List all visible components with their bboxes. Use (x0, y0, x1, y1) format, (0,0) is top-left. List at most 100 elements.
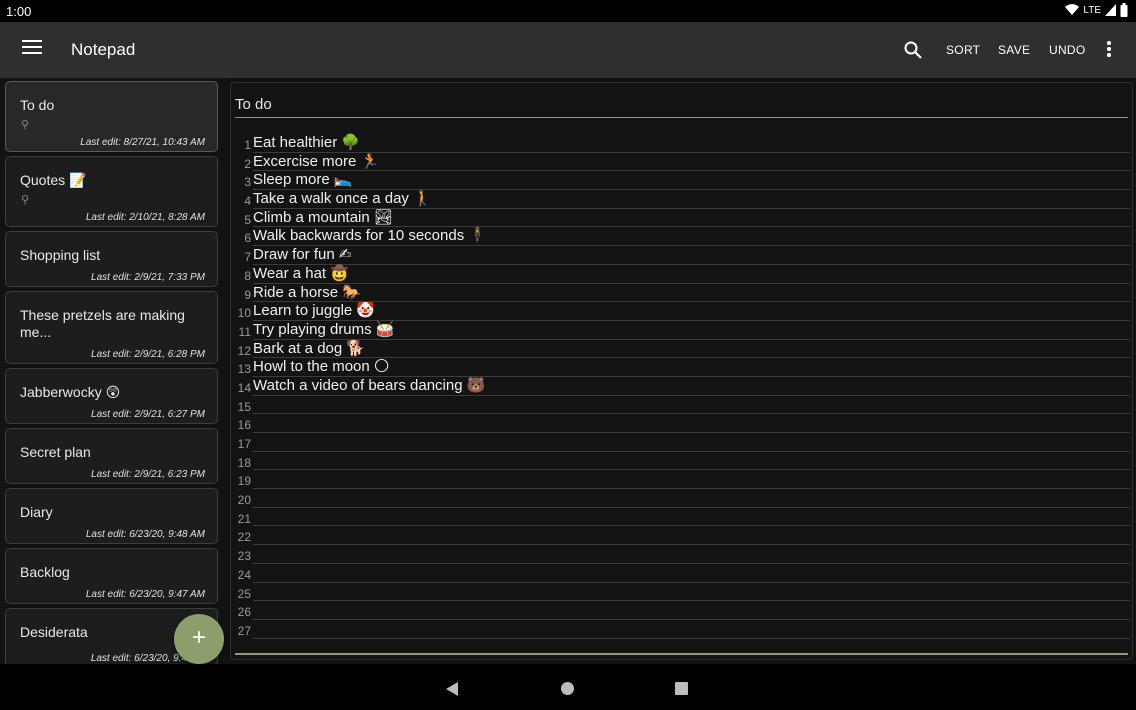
note-title: These pretzels are making me... (20, 307, 185, 340)
line-text[interactable]: Try playing drums 🥁 (253, 321, 395, 339)
undo-button[interactable]: UNDO (1049, 43, 1086, 57)
editor-line[interactable]: 27 (231, 620, 1134, 639)
editor-line[interactable]: 7 Draw for fun ✍ (231, 246, 1134, 265)
editor-line[interactable]: 19 (231, 470, 1134, 490)
editor-line[interactable]: 15 (231, 396, 1134, 415)
sort-button[interactable]: SORT (946, 43, 980, 57)
editor-line[interactable]: 14 Watch a video of bears dancing 🐻 (231, 377, 1134, 396)
add-icon: + (191, 624, 206, 651)
line-text[interactable]: Take a walk once a day 🚶 (253, 190, 432, 208)
note-date: Last edit: 6/23/20, 9:47 AM (85, 589, 205, 600)
note-title: Backlog (20, 564, 70, 580)
home-icon[interactable] (561, 682, 574, 695)
editor-line[interactable]: 10 Learn to juggle 🤡 (231, 302, 1134, 321)
editor-line[interactable]: 23 (231, 545, 1134, 564)
note-title: Quotes 📝 (20, 172, 87, 188)
note-date: Last edit: 6/23/20, 9:48 AM (85, 529, 205, 540)
line-text[interactable]: Draw for fun ✍ (253, 246, 351, 264)
recents-icon[interactable] (675, 682, 688, 695)
editor-line[interactable]: 22 (231, 526, 1134, 546)
editor-line[interactable]: 6 Walk backwards for 10 seconds 🕴 (231, 227, 1134, 247)
line-number: 2 (244, 156, 251, 171)
editor-line[interactable]: 26 (231, 601, 1134, 620)
line-number: 8 (244, 268, 251, 283)
note-title: To do (20, 97, 55, 113)
line-text[interactable]: Learn to juggle 🤡 (253, 302, 375, 320)
note-editor[interactable]: To do 1 Eat healthier 🌳 2 Excercise more 🏃 3… (230, 82, 1133, 660)
note-title: Diary (20, 504, 53, 520)
menu-icon[interactable] (22, 40, 42, 60)
line-number: 26 (237, 605, 251, 620)
app-bar: Notepad SORT SAVE UNDO (0, 22, 1136, 78)
editor-line[interactable]: 2 Excercise more 🏃 (231, 153, 1134, 172)
line-number: 27 (237, 623, 251, 638)
note-title: Secret plan (20, 444, 91, 460)
editor-line[interactable]: 13 Howl to the moon 🌕 (231, 358, 1134, 377)
note-date: Last edit: 2/9/21, 6:27 PM (91, 409, 205, 420)
editor-line[interactable]: 1 Eat healthier 🌳 (231, 134, 1134, 153)
line-number: 16 (237, 418, 251, 433)
line-text[interactable]: Excercise more 🏃 (253, 153, 379, 171)
note-item-pretzels[interactable]: These pretzels are making me... Last edi… (5, 291, 218, 364)
network-type: LTE (1083, 4, 1101, 16)
line-text[interactable]: Ride a horse 🐎 (253, 284, 361, 302)
app-title: Notepad (71, 40, 136, 59)
add-note-button[interactable]: + (174, 614, 224, 664)
line-number: 14 (237, 380, 251, 395)
line-text[interactable]: Watch a video of bears dancing 🐻 (253, 377, 485, 395)
editor-line[interactable]: 9 Ride a horse 🐎 (231, 284, 1134, 303)
editor-line[interactable]: 12 Bark at a dog 🐕 (231, 340, 1134, 359)
line-number: 1 (244, 138, 251, 152)
title-underline (235, 117, 1128, 118)
note-item-shopping-list[interactable]: Shopping list Last edit: 2/9/21, 7:33 PM (5, 231, 218, 287)
editor-line[interactable]: 5 Climb a mountain 🏞 (231, 209, 1134, 228)
editor-lines[interactable]: 1 Eat healthier 🌳 2 Excercise more 🏃 3 Sleep … (231, 134, 1134, 639)
note-date: Last edit: 2/9/21, 6:23 PM (91, 469, 205, 480)
note-item-backlog[interactable]: Backlog Last edit: 6/23/20, 9:47 AM (5, 548, 218, 604)
line-text[interactable]: Eat healthier 🌳 (253, 134, 360, 152)
line-number: 10 (237, 306, 251, 321)
line-number: 25 (237, 586, 251, 601)
editor-line[interactable]: 4 Take a walk once a day 🚶 (231, 190, 1134, 209)
line-number: 13 (237, 362, 251, 377)
editor-line[interactable]: 20 (231, 489, 1134, 508)
battery-icon (1120, 3, 1128, 17)
note-item-diary[interactable]: Diary Last edit: 6/23/20, 9:48 AM (5, 488, 218, 544)
back-icon[interactable] (446, 682, 458, 696)
notes-list: To do ⚲ Last edit: 8/27/21, 10:43 AM Quo… (0, 78, 226, 664)
note-date: Last edit: 2/9/21, 6:28 PM (91, 349, 205, 360)
line-number: 4 (244, 194, 251, 209)
line-text[interactable]: Sleep more 🛌 (253, 171, 353, 189)
note-item-to-do[interactable]: To do ⚲ Last edit: 8/27/21, 10:43 AM (5, 81, 218, 152)
editor-bottom-rule (235, 653, 1128, 655)
editor-line[interactable]: 21 (231, 508, 1134, 527)
line-number: 19 (237, 474, 251, 489)
signal-icon (1105, 4, 1116, 16)
note-date: Last edit: 2/9/21, 7:33 PM (91, 272, 205, 283)
editor-line[interactable]: 18 (231, 452, 1134, 471)
status-icons: LTE (1065, 3, 1128, 17)
more-vert-icon[interactable] (1104, 41, 1114, 59)
editor-line[interactable]: 16 (231, 414, 1134, 433)
editor-line[interactable]: 17 (231, 433, 1134, 452)
editor-line[interactable]: 3 Sleep more 🛌 (231, 171, 1134, 191)
note-item-jabberwocky[interactable]: Jabberwocky 😲 Last edit: 2/9/21, 6:27 PM (5, 368, 218, 424)
note-item-secret-plan[interactable]: Secret plan Last edit: 2/9/21, 6:23 PM (5, 428, 218, 484)
save-button[interactable]: SAVE (998, 43, 1030, 57)
line-text[interactable]: Howl to the moon 🌕 (253, 358, 390, 376)
note-date: Last edit: 6/23/20, 9:4 (90, 653, 187, 664)
editor-line[interactable]: 25 (231, 583, 1134, 602)
line-text[interactable]: Walk backwards for 10 seconds 🕴 (253, 227, 487, 245)
editor-title[interactable]: To do (235, 96, 272, 113)
line-text[interactable]: Wear a hat 🤠 (253, 265, 349, 283)
line-text[interactable]: Bark at a dog 🐕 (253, 340, 365, 358)
note-item-quotes[interactable]: Quotes 📝 ⚲ Last edit: 2/10/21, 8:28 AM (5, 156, 218, 227)
pin-icon: ⚲ (21, 119, 30, 131)
editor-line[interactable]: 24 (231, 564, 1134, 583)
line-text[interactable]: Climb a mountain 🏞 (253, 209, 393, 227)
line-number: 21 (237, 511, 251, 526)
search-icon[interactable] (903, 40, 923, 60)
editor-line[interactable]: 8 Wear a hat 🤠 (231, 265, 1134, 284)
editor-line[interactable]: 11 Try playing drums 🥁 (231, 321, 1134, 340)
note-title: Shopping list (20, 247, 101, 263)
